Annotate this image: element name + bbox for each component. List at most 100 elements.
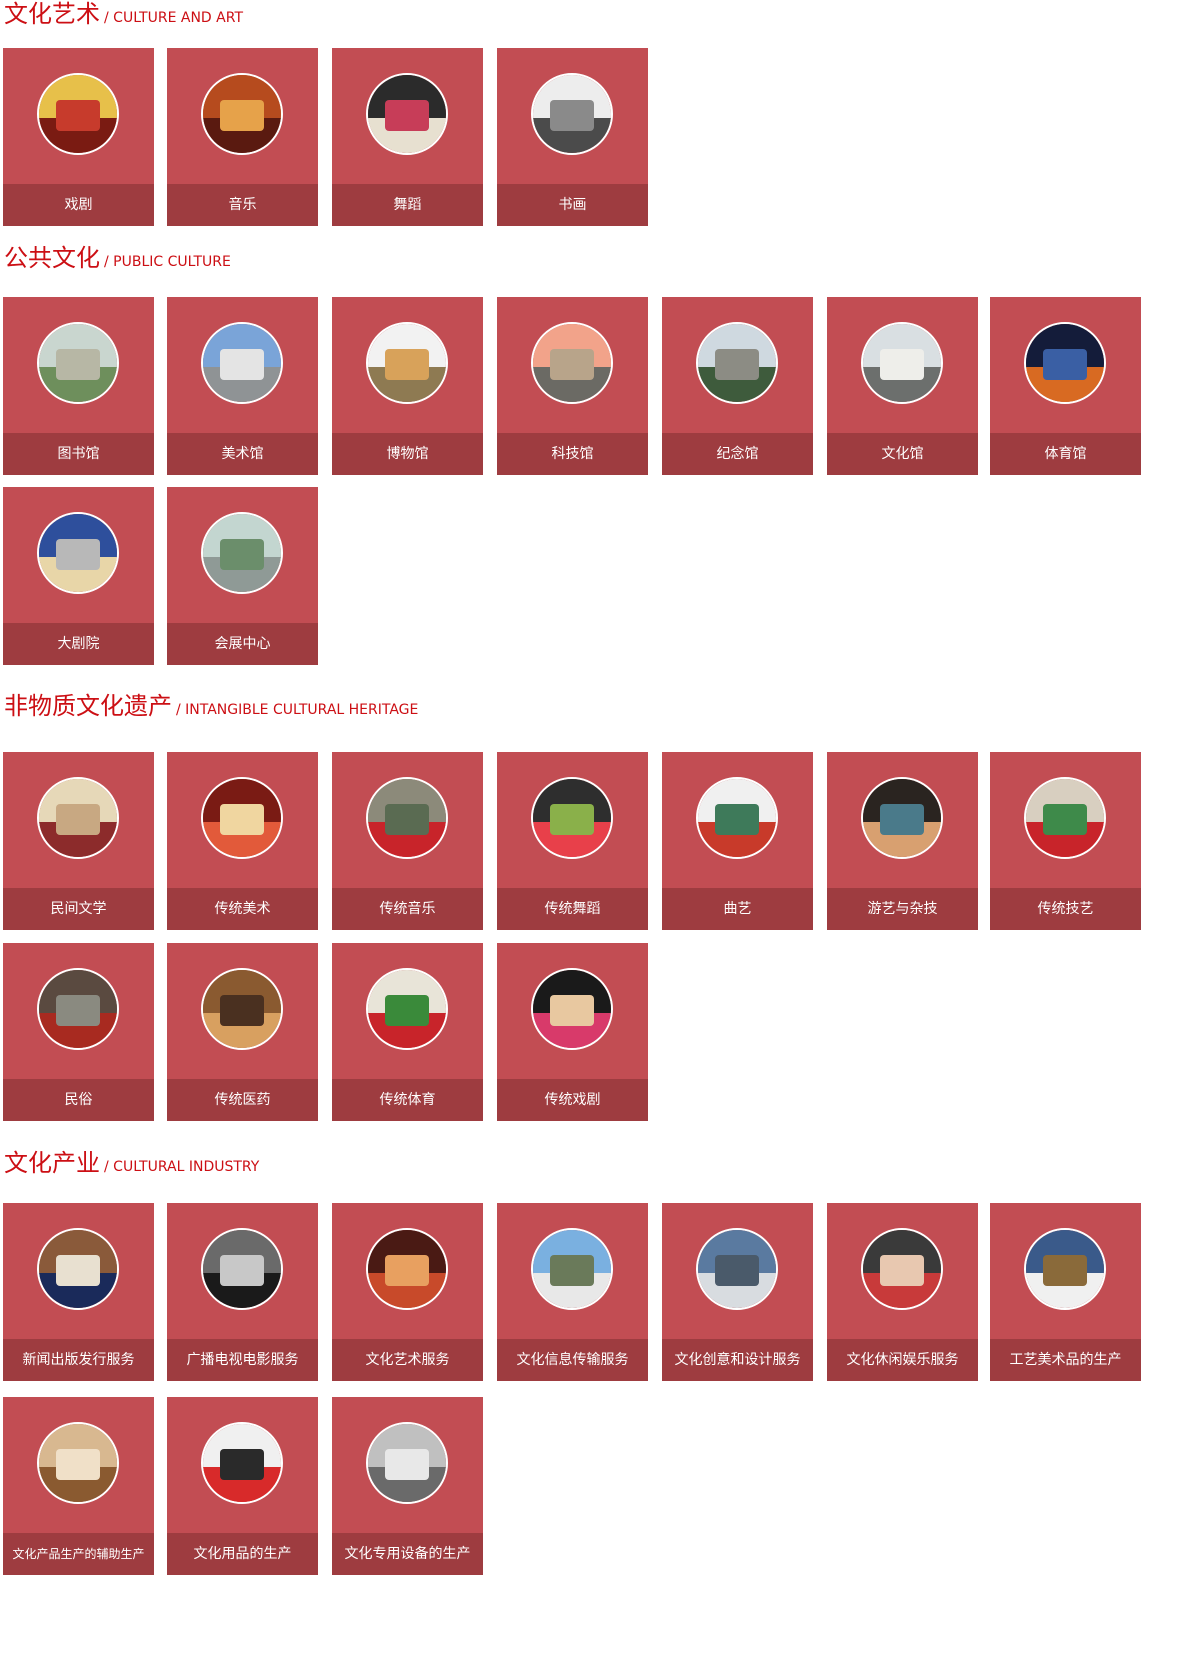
category-card[interactable]: 广播电视电影服务 [167,1203,318,1381]
category-card[interactable]: 文化创意和设计服务 [662,1203,813,1381]
category-card[interactable]: 书画 [497,48,648,226]
ink-painting-photo [531,73,613,155]
traditional-medicine-photo [201,968,283,1050]
section-heading: 文化艺术 / CULTURE AND ART [4,2,243,26]
section-title-en: / CULTURE AND ART [104,10,244,26]
category-card-label: 文化信息传输服务 [497,1339,648,1381]
traditional-opera-photo [531,968,613,1050]
section-heading: 非物质文化遗产 / INTANGIBLE CULTURAL HERITAGE [4,694,418,718]
category-card-label: 音乐 [167,184,318,226]
science-museum-building-photo [531,322,613,404]
category-card-label: 传统体育 [332,1079,483,1121]
category-card[interactable]: 体育馆 [990,297,1141,475]
category-card-label: 舞蹈 [332,184,483,226]
category-card-label: 传统戏剧 [497,1079,648,1121]
category-card[interactable]: 纪念馆 [662,297,813,475]
creative-design-photo [696,1228,778,1310]
category-card-label: 书画 [497,184,648,226]
category-card[interactable]: 曲艺 [662,752,813,930]
category-card[interactable]: 新闻出版发行服务 [3,1203,154,1381]
traditional-music-photo [366,777,448,859]
stadium-night-photo [1024,322,1106,404]
grand-theater-photo [37,512,119,594]
category-card-label: 传统音乐 [332,888,483,930]
category-card[interactable]: 传统体育 [332,943,483,1121]
category-card[interactable]: 传统音乐 [332,752,483,930]
category-card[interactable]: 科技馆 [497,297,648,475]
category-card[interactable]: 大剧院 [3,487,154,665]
category-card[interactable]: 文化馆 [827,297,978,475]
exhibition-center-photo [201,512,283,594]
category-card[interactable]: 文化用品的生产 [167,1397,318,1575]
folk-literature-photo [37,777,119,859]
category-card-label: 美术馆 [167,433,318,475]
category-card-label: 民俗 [3,1079,154,1121]
folk-dance-photo [366,73,448,155]
section-title-cn: 公共文化 [4,244,100,272]
category-card-label: 民间文学 [3,888,154,930]
auxiliary-production-photo [37,1422,119,1504]
category-card-label: 体育馆 [990,433,1141,475]
section-title-cn: 文化艺术 [4,0,100,28]
category-card[interactable]: 博物馆 [332,297,483,475]
category-card-label: 戏剧 [3,184,154,226]
publishing-service-photo [37,1228,119,1310]
category-card-label: 大剧院 [3,623,154,665]
folk-custom-photo [37,968,119,1050]
category-card[interactable]: 文化产品生产的辅助生产 [3,1397,154,1575]
category-card-label: 新闻出版发行服务 [3,1339,154,1381]
category-card-label: 博物馆 [332,433,483,475]
category-card-label: 传统医药 [167,1079,318,1121]
library-building-photo [37,322,119,404]
category-card[interactable]: 传统美术 [167,752,318,930]
category-card[interactable]: 民间文学 [3,752,154,930]
category-card[interactable]: 文化专用设备的生产 [332,1397,483,1575]
category-card[interactable]: 工艺美术品的生产 [990,1203,1141,1381]
section-heading: 公共文化 / PUBLIC CULTURE [4,246,231,270]
category-card[interactable]: 文化艺术服务 [332,1203,483,1381]
cultural-goods-production-photo [201,1422,283,1504]
category-card[interactable]: 美术馆 [167,297,318,475]
category-card[interactable]: 游艺与杂技 [827,752,978,930]
category-card-label: 文化馆 [827,433,978,475]
art-service-photo [366,1228,448,1310]
section-heading: 文化产业 / CULTURAL INDUSTRY [4,1151,259,1175]
category-card[interactable]: 文化信息传输服务 [497,1203,648,1381]
special-equipment-production-photo [366,1422,448,1504]
category-card[interactable]: 戏剧 [3,48,154,226]
category-card[interactable]: 会展中心 [167,487,318,665]
category-card-label: 图书馆 [3,433,154,475]
category-card[interactable]: 传统戏剧 [497,943,648,1121]
category-card-label: 文化专用设备的生产 [332,1533,483,1575]
category-card-label: 文化用品的生产 [167,1533,318,1575]
category-card-label: 游艺与杂技 [827,888,978,930]
broadcast-film-photo [201,1228,283,1310]
category-card-label: 传统美术 [167,888,318,930]
information-transmission-photo [531,1228,613,1310]
traditional-sports-photo [366,968,448,1050]
category-card-label: 广播电视电影服务 [167,1339,318,1381]
category-card[interactable]: 民俗 [3,943,154,1121]
category-card[interactable]: 文化休闲娱乐服务 [827,1203,978,1381]
category-card-label: 文化产品生产的辅助生产 [3,1533,154,1575]
folk-art-performance-photo [696,777,778,859]
category-card[interactable]: 传统舞蹈 [497,752,648,930]
section-title-en: / PUBLIC CULTURE [104,254,231,270]
section-title-en: / INTANGIBLE CULTURAL HERITAGE [176,702,419,718]
category-card[interactable]: 舞蹈 [332,48,483,226]
peking-opera-photo [37,73,119,155]
category-card[interactable]: 音乐 [167,48,318,226]
art-museum-building-photo [201,322,283,404]
category-card[interactable]: 传统技艺 [990,752,1141,930]
drum-performer-photo [201,73,283,155]
category-card-label: 文化休闲娱乐服务 [827,1339,978,1381]
category-card[interactable]: 传统医药 [167,943,318,1121]
section-title-en: / CULTURAL INDUSTRY [104,1159,260,1175]
craft-production-photo [1024,1228,1106,1310]
category-card-label: 文化创意和设计服务 [662,1339,813,1381]
category-card-label: 科技馆 [497,433,648,475]
category-card[interactable]: 图书馆 [3,297,154,475]
cultural-center-building-photo [861,322,943,404]
traditional-craft-photo [1024,777,1106,859]
category-card-label: 传统技艺 [990,888,1141,930]
